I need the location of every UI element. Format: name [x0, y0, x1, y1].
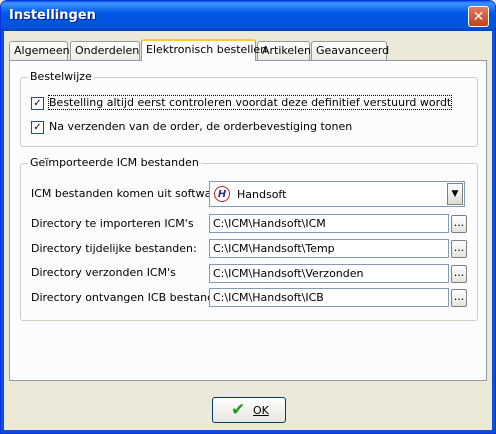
bestelwijze-group: Bestelwijze ✓ Bestelling altijd eerst co…	[20, 70, 478, 147]
window-frame-right	[492, 31, 495, 433]
ok-button[interactable]: ✔ OK	[212, 397, 286, 423]
close-icon: ✕	[472, 9, 485, 25]
browse-importeren-button[interactable]: ...	[451, 215, 467, 233]
check-label-orderbevestiging: Na verzenden van de order, de orderbeves…	[49, 120, 353, 133]
tab-label: Elektronisch bestellen	[146, 43, 268, 56]
browse-ontvangen-button[interactable]: ...	[451, 289, 467, 307]
directory-importeren-label: Directory te importeren ICM's	[31, 217, 194, 230]
close-button[interactable]: ✕	[468, 6, 489, 27]
checkmark-icon: ✔	[231, 400, 246, 420]
title-bar[interactable]: Instellingen ✕	[1, 1, 495, 31]
directory-ontvangen-label: Directory ontvangen ICB bestanden:	[31, 291, 232, 304]
tab-onderdelen[interactable]: Onderdelen	[70, 41, 140, 60]
chevron-down-icon[interactable]: ▼	[447, 183, 463, 205]
check-label-controleren: Bestelling altijd eerst controleren voor…	[47, 95, 453, 110]
icm-title: Geïmporteerde ICM bestanden	[28, 156, 201, 169]
tab-label: Algemeen	[14, 44, 70, 57]
window-frame-bottom	[1, 430, 495, 433]
handsoft-logo-icon: H	[214, 186, 230, 202]
browse-verzonden-button[interactable]: ...	[451, 265, 467, 283]
directory-verzonden-label: Directory verzonden ICM's	[31, 266, 176, 279]
window-title: Instellingen	[9, 8, 96, 23]
directory-importeren-input[interactable]: C:\ICM\Handsoft\ICM	[209, 214, 449, 233]
tab-panel: Bestelwijze ✓ Bestelling altijd eerst co…	[9, 60, 487, 381]
software-select[interactable]: H Handsoft ▼	[209, 181, 465, 207]
tab-geavanceerd[interactable]: Geavanceerd	[311, 41, 390, 60]
directory-tijdelijk-label: Directory tijdelijke bestanden:	[31, 242, 197, 255]
tab-elektronisch-bestellen[interactable]: Elektronisch bestellen	[141, 39, 267, 61]
browse-tijdelijk-button[interactable]: ...	[451, 240, 467, 258]
ok-label: OK	[253, 404, 269, 417]
software-label: ICM bestanden komen uit software:	[31, 187, 227, 200]
checkbox-orderbevestiging[interactable]: ✓	[31, 121, 44, 134]
directory-tijdelijk-input[interactable]: C:\ICM\Handsoft\Temp	[209, 239, 449, 258]
tab-label: Artikelen	[262, 44, 311, 57]
directory-verzonden-input[interactable]: C:\ICM\Handsoft\Verzonden	[209, 264, 449, 283]
directory-ontvangen-input[interactable]: C:\ICM\Handsoft\ICB	[209, 288, 449, 307]
settings-dialog: Instellingen ✕ Algemeen Onderdelen Elekt…	[0, 0, 496, 434]
checkbox-controleren[interactable]: ✓	[31, 97, 44, 110]
window-frame-left	[1, 31, 4, 433]
icm-group: Geïmporteerde ICM bestanden ICM bestande…	[20, 156, 478, 321]
tab-algemeen[interactable]: Algemeen	[9, 41, 70, 60]
bestelwijze-title: Bestelwijze	[28, 70, 94, 83]
software-value: Handsoft	[237, 188, 287, 201]
tab-label: Geavanceerd	[316, 44, 390, 57]
tab-label: Onderdelen	[75, 44, 140, 57]
